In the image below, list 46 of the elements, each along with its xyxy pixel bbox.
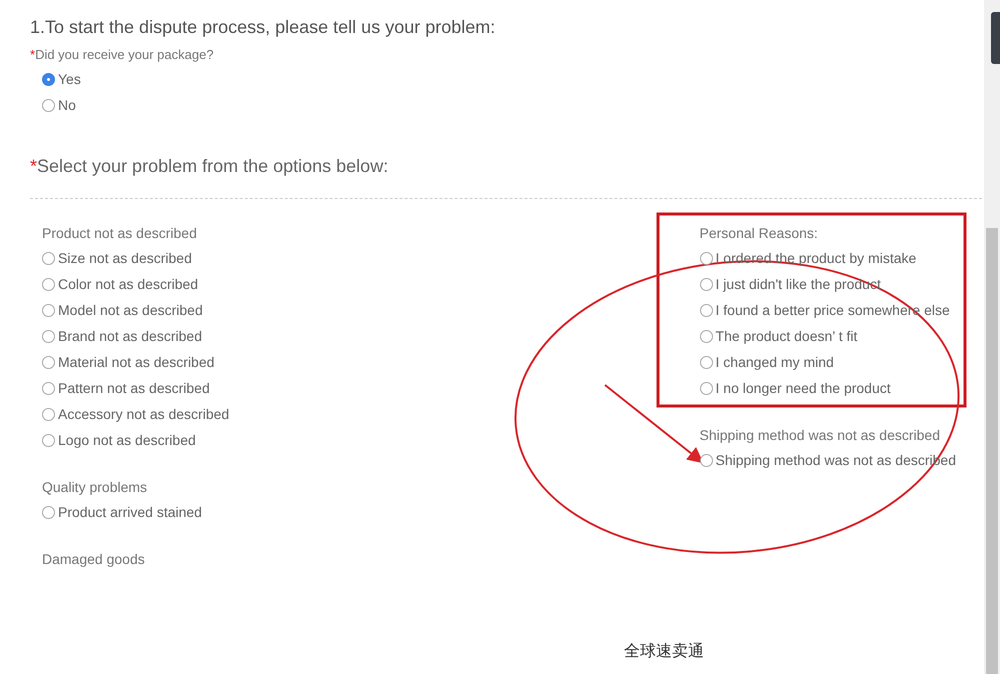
option-label[interactable]: Size not as described xyxy=(58,250,192,266)
required-mark: * xyxy=(30,156,38,176)
section-title: Select your problem from the options below: xyxy=(37,156,388,176)
option-label[interactable]: Brand not as described xyxy=(58,328,202,344)
radio-button[interactable] xyxy=(42,304,55,316)
radio-button[interactable] xyxy=(42,72,55,86)
question-prompt: Did you receive your package? xyxy=(35,47,214,62)
radio-button[interactable] xyxy=(42,356,55,368)
radio-button[interactable] xyxy=(42,434,55,446)
option-label[interactable]: Pattern not as described xyxy=(58,380,210,396)
radio-button[interactable] xyxy=(42,98,55,112)
radio-button[interactable] xyxy=(42,506,55,518)
radio-button[interactable] xyxy=(42,382,55,394)
group-heading: Product not as described xyxy=(42,224,198,243)
required-mark: * xyxy=(30,47,36,62)
meter-icon xyxy=(991,12,1000,64)
option-label[interactable]: I changed my mind xyxy=(716,354,834,370)
radio-button[interactable] xyxy=(42,278,55,290)
caption: 全球速卖通 xyxy=(624,642,705,662)
scrollbar[interactable] xyxy=(984,0,1000,674)
group-heading: Quality problems xyxy=(42,478,148,497)
option-label[interactable]: Yes xyxy=(58,71,81,87)
option-label[interactable]: Material not as described xyxy=(58,354,214,370)
radio-button[interactable] xyxy=(42,408,55,420)
scrollbar-thumb[interactable] xyxy=(986,228,998,674)
radio-button[interactable] xyxy=(700,356,713,368)
group-heading: Shipping method was not as described xyxy=(700,426,941,445)
radio-button[interactable] xyxy=(700,278,713,290)
option-label[interactable]: No xyxy=(58,97,76,113)
group-heading: Personal Reasons: xyxy=(700,224,819,243)
option-label[interactable]: The product doesn’ t fit xyxy=(716,328,858,344)
radio-button[interactable] xyxy=(700,382,713,394)
radio-button[interactable] xyxy=(700,304,713,316)
option-label[interactable]: Product arrived stained xyxy=(58,504,202,520)
option-label[interactable]: Model not as described xyxy=(58,302,203,318)
radio-button[interactable] xyxy=(700,252,713,264)
option-label[interactable]: I no longer need the product xyxy=(716,380,891,396)
question-title: 1.To start the dispute process, please tell us your problem: xyxy=(30,17,496,39)
group-heading: Damaged goods xyxy=(42,550,146,569)
option-label[interactable]: Color not as described xyxy=(58,276,198,292)
option-label[interactable]: Logo not as described xyxy=(58,432,196,448)
radio-button[interactable] xyxy=(42,330,55,342)
option-label[interactable]: Accessory not as described xyxy=(58,406,230,422)
radio-button[interactable] xyxy=(700,330,713,342)
radio-button[interactable] xyxy=(700,454,713,466)
radio-button[interactable] xyxy=(42,252,55,264)
